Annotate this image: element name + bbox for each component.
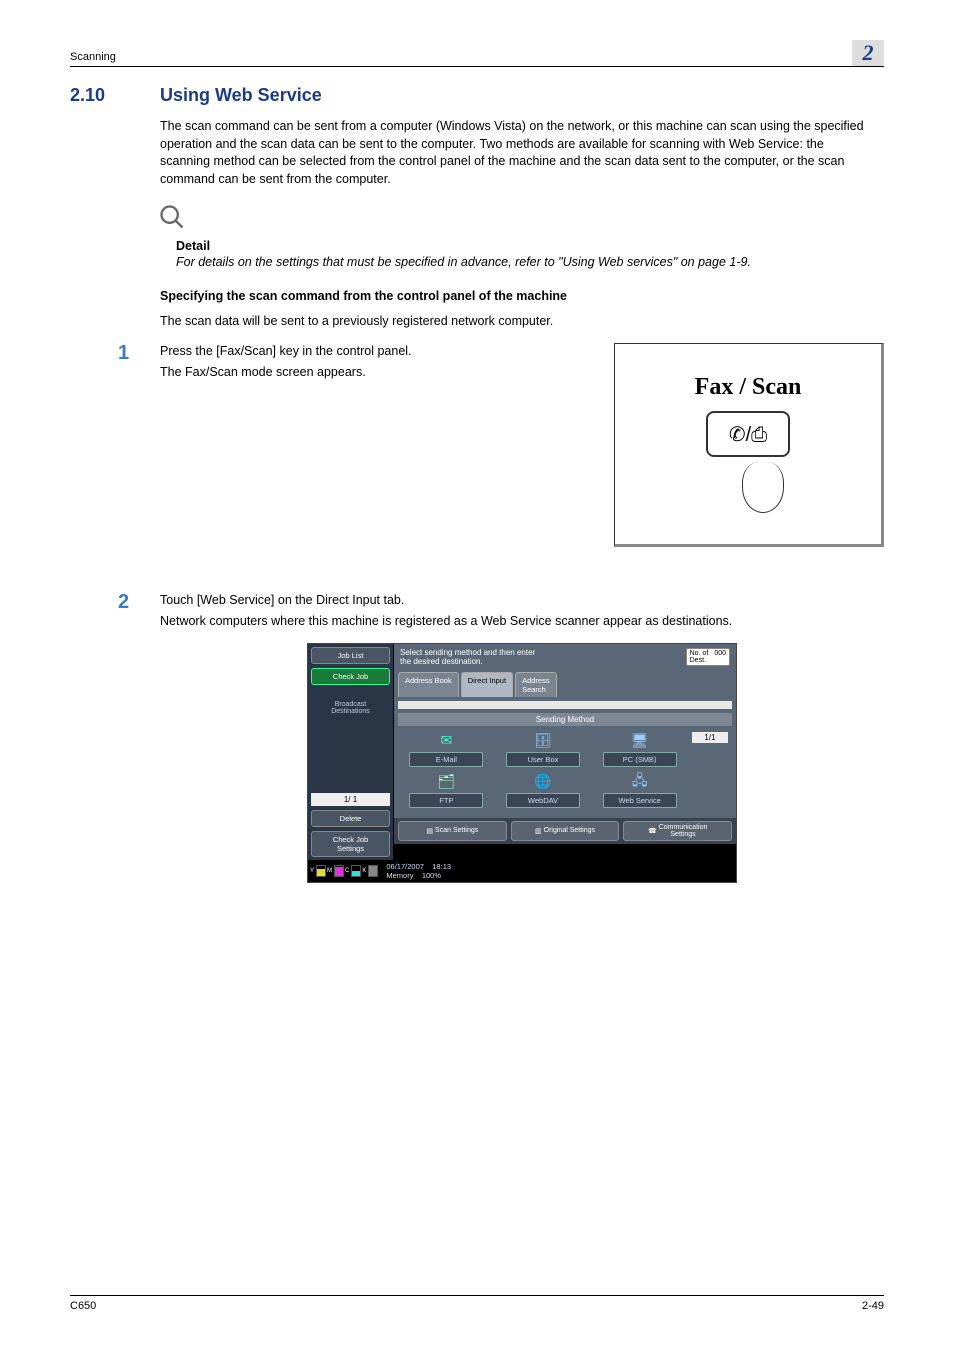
panel-sidebar: Job List Check Job Broadcast Destination…: [308, 644, 394, 860]
tab-address-search[interactable]: Address Search: [515, 672, 557, 697]
dest-counter: 1/ 1: [311, 793, 390, 806]
email-icon: ✉: [436, 732, 456, 750]
toner-levels: Y M C K: [308, 860, 380, 882]
job-list-tab[interactable]: Job List: [311, 647, 390, 664]
step1-line2: The Fax/Scan mode screen appears.: [160, 364, 599, 382]
page-header: Scanning 2: [70, 40, 884, 67]
step2-line1: Touch [Web Service] on the Direct Input …: [160, 592, 884, 610]
dest-count-box: No. of Dest. 000: [686, 648, 730, 666]
faxscan-key-graphic: Fax / Scan ✆/⎙: [614, 343, 884, 547]
page-indicator: 1/1: [692, 732, 728, 743]
tab-address-book[interactable]: Address Book: [398, 672, 459, 697]
intro-paragraph: The scan command can be sent from a comp…: [160, 118, 874, 188]
status-datetime: 06/17/2007 18:13 Memory 100%: [380, 860, 457, 882]
method-webdav[interactable]: WebDAV: [506, 793, 580, 808]
detail-label: Detail: [176, 239, 874, 253]
panel-top-bar: Select sending method and then enter the…: [394, 644, 736, 670]
doc-icon: ▤: [426, 827, 433, 835]
check-job-settings-button[interactable]: Check Job Settings: [311, 831, 390, 857]
section-title: Using Web Service: [160, 85, 322, 106]
broadcast-label: Broadcast Destinations: [311, 701, 390, 715]
prompt-text: Select sending method and then enter the…: [400, 648, 535, 666]
faxscan-button[interactable]: ✆/⎙: [706, 411, 790, 457]
sending-method-label: Sending Method: [398, 713, 732, 726]
webservice-icon: 🖧: [630, 773, 650, 791]
page-footer: C650 2-49: [70, 1295, 884, 1312]
webdav-icon: 🌐: [533, 773, 553, 791]
section-heading-row: 2.10 Using Web Service: [70, 85, 884, 106]
chapter-badge: 2: [852, 40, 884, 66]
detail-text: For details on the settings that must be…: [176, 253, 874, 271]
pcsmb-icon: 🖥: [630, 732, 650, 750]
comm-icon: ☎: [648, 827, 657, 835]
step1-line1: Press the [Fax/Scan] key in the control …: [160, 343, 599, 361]
header-section-name: Scanning: [70, 51, 116, 66]
footer-left: C650: [70, 1300, 96, 1312]
method-webservice[interactable]: Web Service: [603, 793, 677, 808]
original-settings-button[interactable]: ▥ Original Settings: [511, 821, 620, 841]
method-email[interactable]: E-Mail: [409, 752, 483, 767]
step-number-1: 1: [118, 343, 160, 567]
page-icon: ▥: [535, 827, 542, 835]
step-number-2: 2: [118, 592, 160, 883]
blank-bar: [398, 701, 732, 709]
method-userbox[interactable]: User Box: [506, 752, 580, 767]
method-pcsmb[interactable]: PC (SMB): [603, 752, 677, 767]
mfp-panel-screenshot: Job List Check Job Broadcast Destination…: [307, 643, 737, 883]
tab-direct-input[interactable]: Direct Input: [461, 672, 513, 697]
finger-press-icon: [742, 462, 784, 513]
method-ftp[interactable]: FTP: [409, 793, 483, 808]
detail-note: Detail For details on the settings that …: [160, 203, 874, 271]
scan-settings-button[interactable]: ▤ Scan Settings: [398, 821, 507, 841]
footer-right: 2-49: [862, 1300, 884, 1312]
userbox-icon: 🗄: [533, 732, 553, 750]
delete-button[interactable]: Delete: [311, 810, 390, 827]
faxscan-label: Fax / Scan: [695, 374, 802, 401]
magnifier-icon: [158, 203, 874, 237]
phone-scan-icon: ✆/⎙: [729, 422, 767, 447]
step2-line2: Network computers where this machine is …: [160, 613, 884, 631]
tab-bar: Address Book Direct Input Address Search: [394, 670, 736, 697]
communication-settings-button[interactable]: ☎ Communication Settings: [623, 821, 732, 841]
sub-intro: The scan data will be sent to a previous…: [160, 313, 874, 331]
check-job-button[interactable]: Check Job: [311, 668, 390, 685]
subheading: Specifying the scan command from the con…: [160, 289, 874, 303]
ftp-icon: 🗂: [436, 773, 456, 791]
section-number: 2.10: [70, 85, 160, 106]
